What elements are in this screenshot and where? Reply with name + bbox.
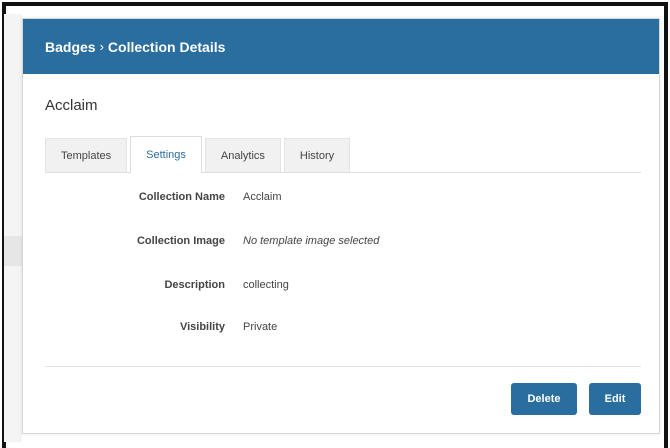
field-collection-name: Collection Name Acclaim <box>45 189 641 205</box>
collection-image-value: No template image selected <box>243 235 380 247</box>
footer-divider <box>45 366 641 367</box>
description-label: Description <box>164 279 225 291</box>
field-visibility: Visibility Private <box>45 319 641 335</box>
tab-history-label: History <box>299 149 335 162</box>
field-description: Description collecting <box>45 277 641 293</box>
panel-header: Badges › Collection Details <box>23 19 659 74</box>
collection-name-label: Collection Name <box>138 191 225 203</box>
visibility-label: Visibility <box>179 321 225 333</box>
background-sidebar <box>4 14 22 442</box>
collection-details-panel: Badges › Collection Details Acclaim Temp… <box>22 18 660 434</box>
tab-settings-label: Settings <box>146 149 186 161</box>
collection-name-value: Acclaim <box>243 191 282 203</box>
breadcrumb-separator: › <box>99 39 104 54</box>
page-title: Acclaim <box>45 97 98 114</box>
breadcrumb-collection-details: Collection Details <box>107 38 226 55</box>
visibility-value: Private <box>243 321 278 333</box>
collection-image-label: Collection Image <box>136 235 225 247</box>
delete-button[interactable]: Delete <box>511 383 577 415</box>
edit-button-label: Edit <box>604 393 626 405</box>
breadcrumb: Badges › Collection Details <box>45 39 225 55</box>
tab-analytics-label: Analytics <box>220 149 265 162</box>
tab-templates[interactable]: Templates <box>45 138 128 172</box>
breadcrumb-badges[interactable]: Badges <box>45 39 96 55</box>
background-sidebar-highlight <box>4 236 22 266</box>
delete-button-label: Delete <box>527 393 561 405</box>
tab-templates-label: Templates <box>61 149 112 162</box>
tab-bar: Templates Settings Analytics History <box>45 136 641 173</box>
edit-button[interactable]: Edit <box>589 383 641 415</box>
description-value: collecting <box>243 279 289 291</box>
tab-history[interactable]: History <box>283 138 351 172</box>
tab-settings[interactable]: Settings <box>130 136 202 173</box>
tab-analytics[interactable]: Analytics <box>204 138 281 172</box>
field-collection-image: Collection Image No template image selec… <box>45 233 641 249</box>
